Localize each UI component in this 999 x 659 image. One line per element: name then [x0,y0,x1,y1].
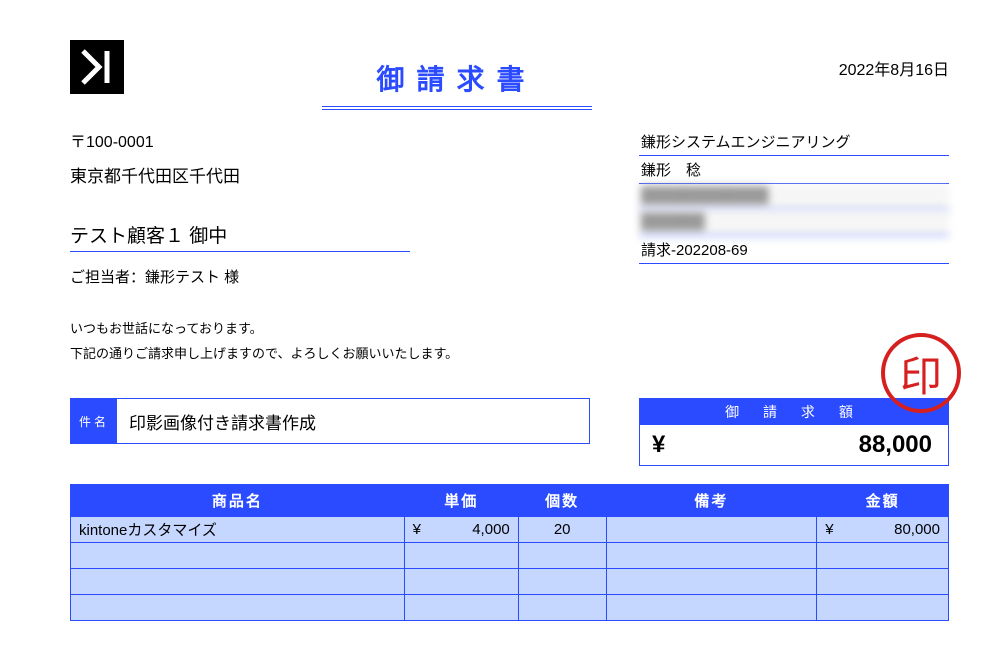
th-qty: 個数 [518,485,606,517]
cell-note [606,543,817,569]
table-row [71,543,949,569]
sender-postal: 〒100-0001 [70,128,609,152]
items-table: 商品名 単価 個数 備考 金額 kintoneカスタマイズ¥4,00020 ¥80… [70,484,949,621]
invoice-number: 請求-202208-69 [639,236,949,264]
table-row [71,569,949,595]
message-line-1: いつもお世話になっております。 [70,317,609,342]
contact-person: ご担当者：鎌形テスト 様 [70,266,609,287]
logo [70,40,124,94]
cell-name [71,569,405,595]
subject-box: 件名 印影画像付き請求書作成 [70,398,590,444]
issuer-company: 鎌形システムエンジニアリング [639,128,949,156]
cell-unit [404,569,518,595]
th-note: 備考 [606,485,817,517]
th-unit: 単価 [404,485,518,517]
cell-amount: ¥80,000 [817,517,949,543]
total-amount: 88,000 [859,431,932,459]
cell-qty [518,569,606,595]
cell-qty: 20 [518,517,606,543]
issuer-redacted-1: ████████████ [639,184,949,210]
cell-unit: ¥4,000 [404,517,518,543]
subject-label: 件名 [71,399,117,443]
issuer-person: 鎌形 稔 [639,156,949,184]
seal-stamp: 印 [881,333,961,413]
th-name: 商品名 [71,485,405,517]
cell-qty [518,595,606,621]
subject-value: 印影画像付き請求書作成 [117,399,589,443]
cell-note [606,569,817,595]
table-row [71,595,949,621]
total-currency: ¥ [652,431,665,459]
client-name: テスト顧客１ 御中 [70,221,609,248]
cell-unit [404,595,518,621]
invoice-date: 2022年8月16日 [789,56,949,80]
issuer-redacted-2: ██████ [639,210,949,236]
cell-unit [404,543,518,569]
document-title: 御請求書 [376,58,536,102]
cell-qty [518,543,606,569]
th-amount: 金額 [817,485,949,517]
cell-amount [817,569,949,595]
cell-note [606,595,817,621]
message-line-2: 下記の通りご請求申し上げますので、よろしくお願いいたします。 [70,342,609,367]
cell-amount [817,543,949,569]
cell-note [606,517,817,543]
cell-name [71,543,405,569]
sender-address: 東京都千代田区千代田 [70,162,609,187]
cell-amount [817,595,949,621]
cell-name: kintoneカスタマイズ [71,517,405,543]
cell-name [71,595,405,621]
table-row: kintoneカスタマイズ¥4,00020 ¥80,000 [71,517,949,543]
